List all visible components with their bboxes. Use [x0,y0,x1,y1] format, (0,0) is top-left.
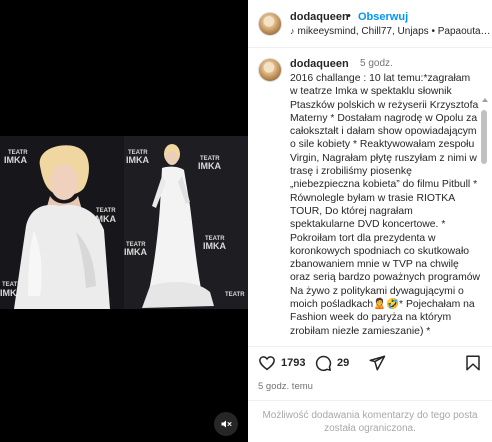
like-count[interactable]: 1793 [281,357,305,369]
post-header: dodaqueen • Obserwuj ♪ mikeeysmind, Chill… [248,0,492,48]
music-note-icon: ♪ [290,26,295,36]
svg-text:IMKA: IMKA [124,247,147,257]
post-photo: TEATR IMKA TEATR IMKA TEATR IMKA TEATR I… [0,136,248,309]
caption-avatar[interactable] [258,58,282,82]
avatar[interactable] [258,12,282,36]
scrollbar-thumb[interactable] [481,110,487,164]
svg-text:IMKA: IMKA [126,155,149,165]
follow-button[interactable]: Obserwuj [358,11,408,23]
post-sidebar: dodaqueen • Obserwuj ♪ mikeeysmind, Chill… [248,0,492,442]
caption-username[interactable]: dodaqueen [290,58,349,70]
scroll-up-arrow[interactable] [482,98,488,102]
action-bar: 1793 29 5 godz. temu [248,346,492,400]
svg-text:IMKA: IMKA [4,155,27,165]
share-button[interactable] [368,354,386,372]
author-username[interactable]: dodaqueen [290,11,349,23]
post-media[interactable]: TEATR IMKA TEATR IMKA TEATR IMKA TEATR I… [0,0,248,442]
heart-icon [259,356,275,371]
caption-text: 2016 challange : 10 lat temu:*zagrałam w… [290,73,481,337]
mute-button[interactable] [214,412,238,436]
svg-text:TEATR: TEATR [225,292,245,298]
header-separator: • [347,10,351,22]
svg-text:IMKA: IMKA [203,241,226,251]
comment-button[interactable]: 29 [314,354,349,372]
comment-icon [315,355,332,372]
bookmark-icon [466,355,480,371]
speaker-muted-icon [221,420,232,428]
comments-disabled-notice: Możliwość dodawania komentarzy do tego p… [248,400,492,442]
audio-attribution[interactable]: ♪ mikeeysmind, Chill77, Unjaps • Papaouta… [290,26,491,37]
comment-count[interactable]: 29 [337,357,349,369]
svg-text:IMKA: IMKA [198,161,221,171]
save-button[interactable] [464,354,482,372]
caption-area[interactable]: dodaqueen 5 godz. 2016 challange : 10 la… [248,48,492,346]
audio-text: mikeeysmind, Chill77, Unjaps • Papaouta… [297,26,491,37]
post-time[interactable]: 5 godz. temu [258,381,313,392]
like-button[interactable]: 1793 [258,354,305,372]
send-icon [369,355,386,371]
caption-time: 5 godz. [360,58,393,69]
